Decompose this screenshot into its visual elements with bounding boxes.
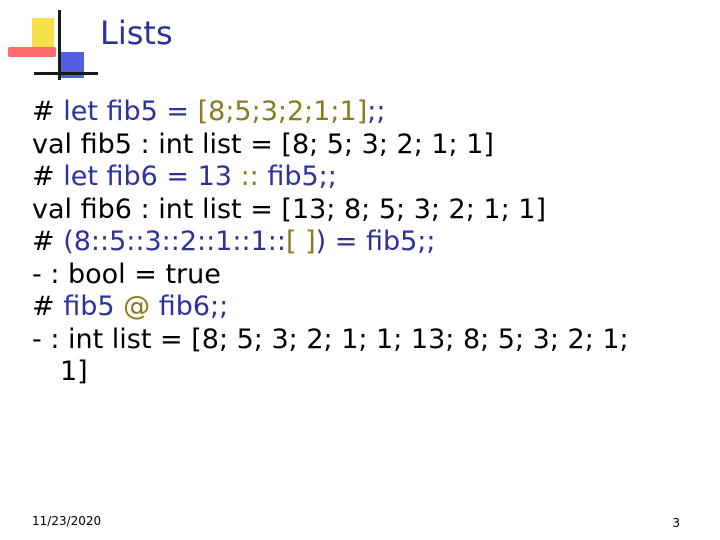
code-line-5: # (8::5::3::2::1::1::[ ]) = fib5;; xyxy=(32,226,712,259)
code-line-8: - : int list = [8; 5; 3; 2; 1; 1; 13; 8;… xyxy=(32,324,712,357)
code-segment: # xyxy=(32,161,64,192)
code-segment: [8;5;3;2;1;1] xyxy=(197,96,368,127)
code-line-6: - : bool = true xyxy=(32,259,712,292)
code-line-1: # let fib5 = [8;5;3;2;1;1];; xyxy=(32,96,712,129)
code-line-2: val fib5 : int list = [8; 5; 3; 2; 1; 1] xyxy=(32,129,712,162)
slide-logo-graphic xyxy=(0,0,100,90)
code-line-3: # let fib6 = 13 :: fib5;; xyxy=(32,161,712,194)
code-segment: fib5 xyxy=(63,291,124,322)
logo-horizontal-line xyxy=(34,72,98,75)
code-segment: - : int list = [8; 5; 3; 2; 1; 1; 13; 8;… xyxy=(32,323,629,355)
code-segment: - : bool = true xyxy=(32,258,221,290)
code-line-7: # fib5 @ fib6;; xyxy=(32,291,712,324)
slide-body: # let fib5 = [8;5;3;2;1;1];; val fib5 : i… xyxy=(32,96,712,389)
footer-date: 11/23/2020 xyxy=(32,514,102,528)
code-segment: ) = fib5;; xyxy=(315,226,436,257)
logo-yellow-square xyxy=(32,18,54,48)
code-segment: val fib5 : int list = [8; 5; 3; 2; 1; 1] xyxy=(32,128,494,160)
code-segment: let fib6 = 13 xyxy=(63,161,241,192)
code-line-4: val fib6 : int list = [13; 8; 5; 3; 2; 1… xyxy=(32,194,712,227)
code-segment: fib6;; xyxy=(150,291,229,322)
slide-title: Lists xyxy=(100,14,173,52)
code-segment: (8::5::3::2::1::1:: xyxy=(63,226,286,257)
code-line-9: 1] xyxy=(32,356,712,389)
code-segment: # xyxy=(32,96,64,127)
code-segment: let fib5 = xyxy=(63,96,198,127)
code-segment: ;; xyxy=(367,96,386,127)
code-segment: :: xyxy=(240,161,259,192)
code-segment: val fib6 : int list = [13; 8; 5; 3; 2; 1… xyxy=(32,193,546,225)
code-segment: [ ] xyxy=(285,226,316,257)
code-segment: # xyxy=(32,291,64,322)
logo-vertical-line xyxy=(58,10,61,80)
page-number: 3 xyxy=(672,516,680,530)
code-segment: @ xyxy=(123,291,151,322)
code-segment: 1] xyxy=(60,356,88,387)
code-segment: # xyxy=(32,226,64,257)
logo-red-bar xyxy=(8,47,56,57)
code-segment: fib5;; xyxy=(258,161,337,192)
